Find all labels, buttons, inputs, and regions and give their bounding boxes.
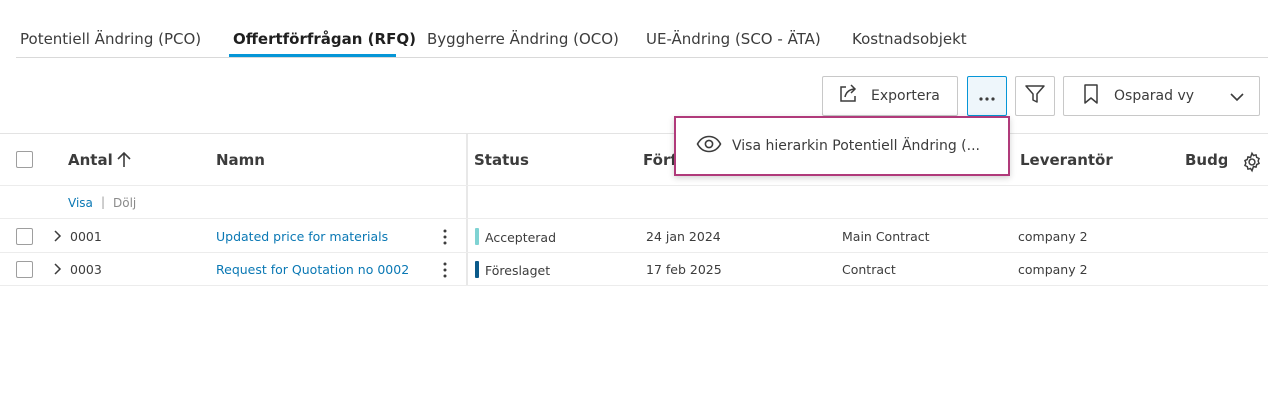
cell-supplier: company 2 [1018, 262, 1088, 277]
header-budge[interactable]: Budge [1185, 151, 1227, 169]
tab-bar: Potentiell Ändring (PCO) Offertförfrågan… [16, 0, 1268, 58]
header-forfa[interactable]: Förfa [643, 151, 674, 169]
cell-supplier: company 2 [1018, 229, 1088, 244]
expand-chevron-icon[interactable] [52, 263, 62, 278]
table-row[interactable]: 0001 Updated price for materials Accepte… [0, 220, 1268, 253]
active-tab-indicator [229, 54, 396, 57]
eye-icon [696, 135, 722, 157]
tab-sco[interactable]: UE-Ändring (SCO - ÄTA) [646, 30, 821, 48]
row-checkbox[interactable] [16, 228, 33, 245]
cell-date: 17 feb 2025 [646, 262, 722, 277]
menu-item-view-hierarchy[interactable]: Visa hierarkin Potentiell Ändring (... [732, 138, 980, 154]
filter-button[interactable] [1015, 76, 1055, 116]
header-namn[interactable]: Namn [216, 151, 265, 169]
status-color-indicator [475, 261, 479, 278]
row-actions-kebab-icon[interactable] [437, 261, 453, 279]
more-options-menu: Visa hierarkin Potentiell Ändring (... [674, 116, 1010, 176]
header-antal[interactable]: Antal [68, 151, 113, 169]
export-button[interactable]: Exportera [822, 76, 958, 116]
expand-chevron-icon[interactable] [52, 230, 62, 245]
cell-antal: 0003 [70, 262, 102, 277]
link-separator: | [101, 195, 106, 209]
status-color-indicator [475, 228, 479, 245]
tab-oco[interactable]: Byggherre Ändring (OCO) [427, 30, 619, 48]
tab-pco[interactable]: Potentiell Ändring (PCO) [20, 30, 201, 48]
bookmark-icon [1082, 83, 1100, 109]
cell-contract: Main Contract [842, 229, 930, 244]
header-leverantor[interactable]: Leverantör [1020, 151, 1113, 169]
column-visibility-row: Visa | Dölj [0, 186, 1268, 219]
hide-link[interactable]: Dölj [113, 196, 136, 210]
cell-namn-link[interactable]: Updated price for materials [216, 229, 388, 244]
gear-icon[interactable] [1241, 151, 1263, 177]
sort-arrow-up-icon[interactable] [116, 151, 132, 173]
cell-contract: Contract [842, 262, 896, 277]
more-dots-icon [977, 87, 997, 106]
cell-antal: 0001 [70, 229, 102, 244]
tab-rfq[interactable]: Offertförfrågan (RFQ) [233, 30, 416, 48]
row-actions-kebab-icon[interactable] [437, 228, 453, 246]
chevron-down-icon [1229, 89, 1245, 108]
cell-status: Accepterad [485, 230, 557, 245]
export-icon [837, 83, 859, 109]
saved-view-label: Osparad vy [1114, 88, 1195, 104]
cell-status: Föreslaget [485, 263, 551, 278]
saved-view-dropdown[interactable]: Osparad vy [1063, 76, 1260, 116]
cell-date: 24 jan 2024 [646, 229, 721, 244]
select-all-checkbox[interactable] [16, 151, 33, 168]
header-status[interactable]: Status [474, 151, 529, 169]
more-options-button[interactable] [967, 76, 1007, 116]
export-button-label: Exportera [871, 88, 940, 104]
row-checkbox[interactable] [16, 261, 33, 278]
tab-kostnadsobjekt[interactable]: Kostnadsobjekt [852, 30, 967, 48]
rfq-table: Antal Namn Status Förfa Leverantör Budge… [0, 133, 1268, 286]
table-row[interactable]: 0003 Request for Quotation no 0002 Föres… [0, 253, 1268, 286]
filter-icon [1024, 83, 1046, 109]
cell-namn-link[interactable]: Request for Quotation no 0002 [216, 262, 409, 277]
show-link[interactable]: Visa [68, 196, 93, 210]
table-header-row: Antal Namn Status Förfa Leverantör Budge [0, 134, 1268, 186]
